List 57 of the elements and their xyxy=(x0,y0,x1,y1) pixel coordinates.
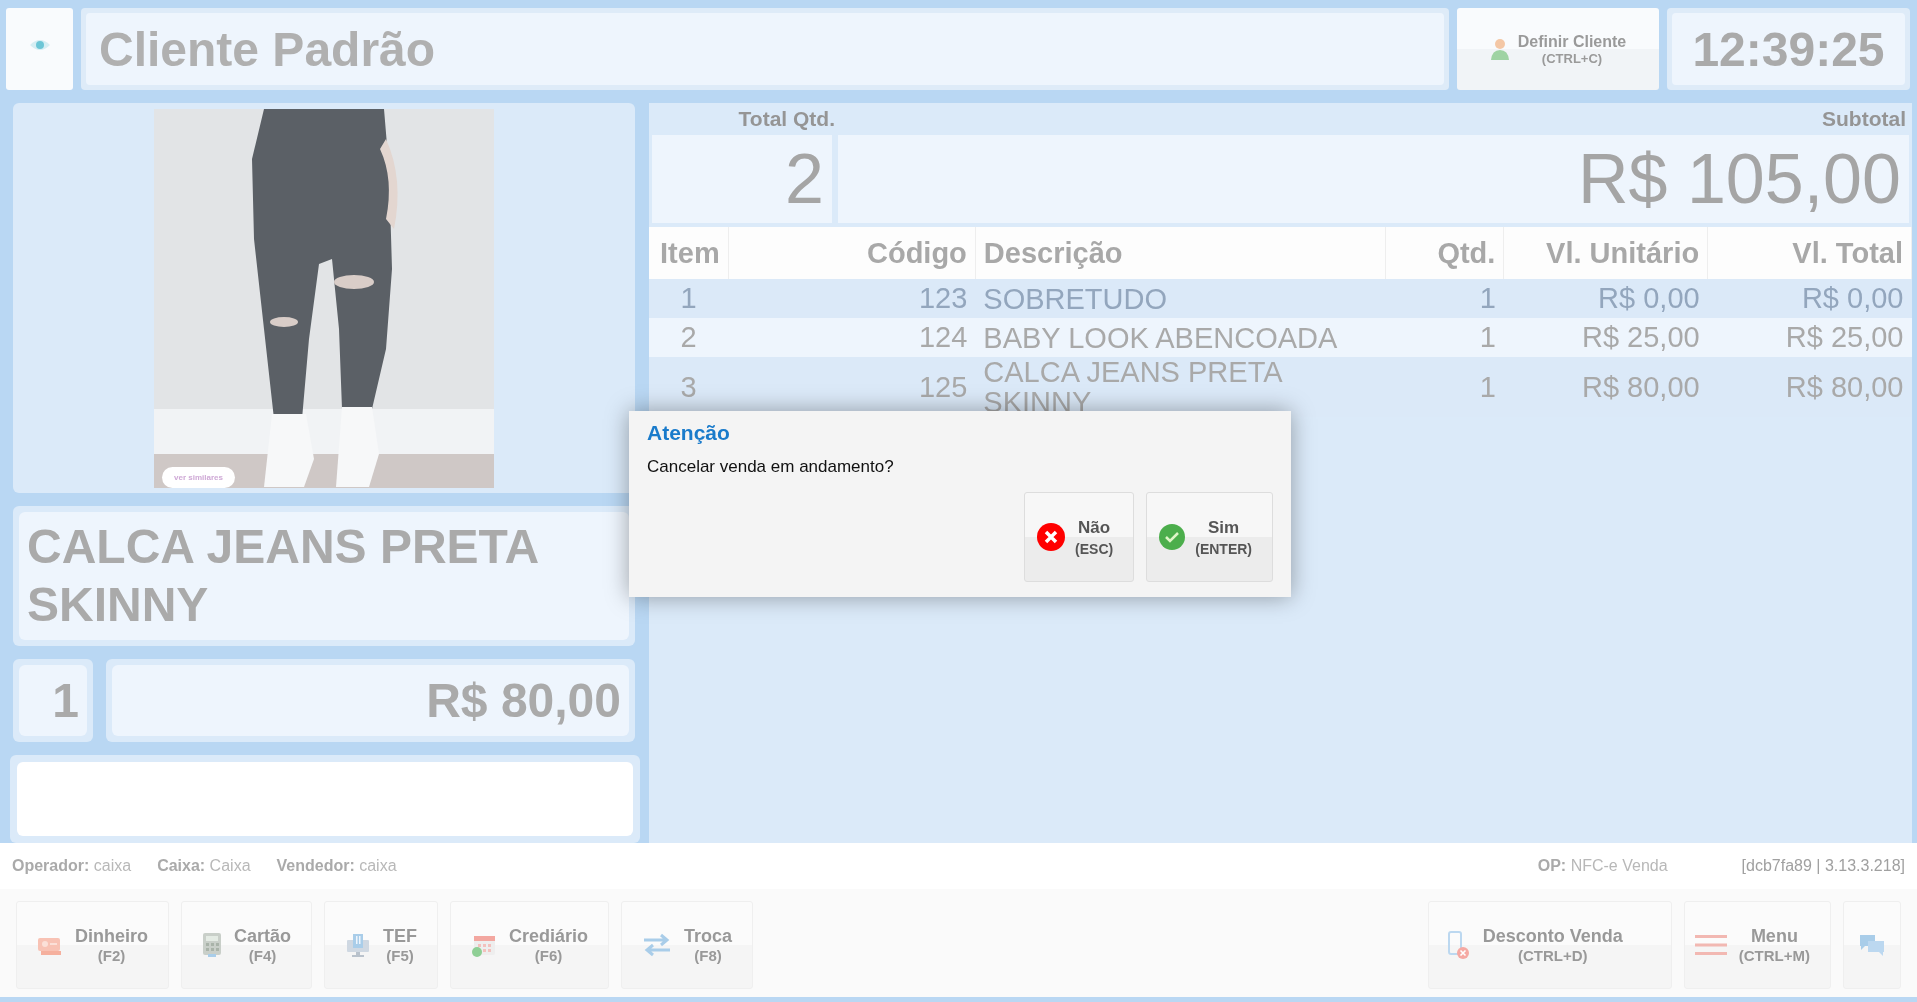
view-button[interactable] xyxy=(6,8,73,90)
close-icon xyxy=(1037,523,1066,551)
product-name: CALCA JEANS PRETA SKINNY xyxy=(19,511,629,640)
column-header: Qtd. xyxy=(1385,227,1504,279)
column-header: Descrição xyxy=(975,227,1386,279)
column-header: Vl. Total xyxy=(1707,227,1912,279)
phone-discount-icon xyxy=(1446,930,1471,960)
table-cell: 124 xyxy=(728,318,976,357)
status-field: Caixa: Caixa xyxy=(157,857,251,875)
similar-button[interactable]: ver similares xyxy=(162,467,235,488)
no-button[interactable]: Não (ESC) xyxy=(1024,492,1135,582)
action-button[interactable]: Menu (CTRL+M) xyxy=(1683,901,1831,989)
yes-button[interactable]: Sim (ENTER) xyxy=(1146,492,1273,582)
table-cell: 2 xyxy=(649,318,729,357)
status-field: Operador: caixa xyxy=(12,857,132,875)
payment-button[interactable]: TEF (F5) xyxy=(324,901,439,989)
payment-button[interactable]: Cartão (F4) xyxy=(181,901,313,989)
subtotal-label: Subtotal xyxy=(1822,107,1906,131)
table-cell: 123 xyxy=(728,279,976,318)
total-quantity: 2 xyxy=(652,135,832,223)
swap-arrows-icon xyxy=(642,933,673,957)
payment-button[interactable]: Crediário (F6) xyxy=(450,901,610,989)
operation-field: OP: NFC-e Venda xyxy=(1537,857,1668,875)
table-cell: 1 xyxy=(649,279,729,318)
action-button[interactable]: Desconto Venda (CTRL+D) xyxy=(1427,901,1672,989)
column-header: Código xyxy=(728,227,976,279)
table-cell: SOBRETUDO xyxy=(975,279,1386,318)
define-client-button[interactable]: Definir Cliente (CTRL+C) xyxy=(1457,8,1659,90)
table-cell: BABY LOOK ABENCOADA xyxy=(975,318,1386,357)
dialog-title: Atenção xyxy=(647,421,731,445)
table-cell: R$ 0,00 xyxy=(1707,279,1912,318)
table-cell: R$ 25,00 xyxy=(1707,318,1912,357)
column-header: Item xyxy=(649,227,729,279)
column-header: Vl. Unitário xyxy=(1503,227,1708,279)
client-name: Cliente Padrão xyxy=(86,13,1444,85)
status-field: Vendedor: caixa xyxy=(276,857,397,875)
chat-icon xyxy=(1859,933,1885,957)
version-text: [dcb7fa89 | 3.13.3.218] xyxy=(1741,857,1905,875)
subtotal: R$ 105,00 xyxy=(838,135,1909,223)
table-cell: 1 xyxy=(1385,318,1504,357)
total-quantity-label: Total Qtd. xyxy=(737,107,835,131)
table-cell: R$ 25,00 xyxy=(1503,318,1708,357)
table-cell: R$ 0,00 xyxy=(1503,279,1708,318)
eye-icon xyxy=(28,38,51,52)
product-price: R$ 80,00 xyxy=(112,664,629,736)
dialog-message: Cancelar venda em andamento? xyxy=(647,457,895,477)
monitor-icon xyxy=(345,932,372,958)
payment-button[interactable]: Dinheiro (F2) xyxy=(16,901,169,989)
clock: 12:39:25 xyxy=(1672,13,1905,85)
check-icon xyxy=(1159,524,1186,550)
payment-button[interactable]: Troca (F8) xyxy=(621,901,754,989)
product-quantity: 1 xyxy=(19,664,87,736)
person-icon xyxy=(1489,37,1510,61)
menu-icon xyxy=(1694,933,1727,957)
chat-button[interactable] xyxy=(1843,901,1901,989)
calculator-icon xyxy=(202,932,222,958)
table-cell: 1 xyxy=(1385,279,1504,318)
